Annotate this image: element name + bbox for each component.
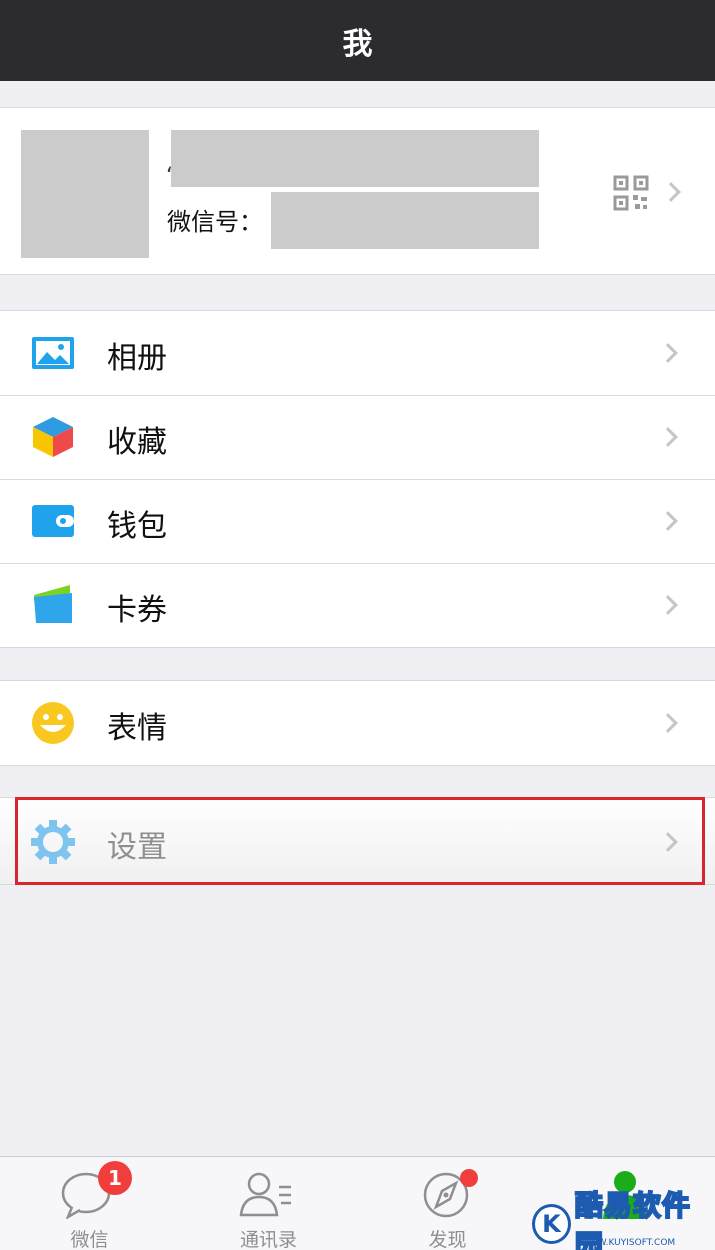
- favorites-icon: [33, 417, 73, 457]
- tab-discover[interactable]: 发现: [358, 1157, 537, 1250]
- menu-group-1: 相册 收藏 钱包 卡券: [0, 310, 715, 648]
- chevron-right-icon: [658, 595, 678, 615]
- menu-item-label: 卡券: [107, 593, 167, 628]
- tab-contacts[interactable]: 通讯录: [179, 1157, 358, 1250]
- avatar[interactable]: [21, 130, 149, 258]
- unread-badge: 1: [98, 1161, 132, 1195]
- notification-dot: [460, 1169, 478, 1187]
- menu-item-cards[interactable]: 卡券: [0, 563, 715, 647]
- tab-label: 微信: [70, 1229, 109, 1250]
- tab-label: 发现: [428, 1229, 467, 1250]
- settings-highlight-annotation: [15, 797, 705, 885]
- sticker-smiley-icon: [32, 702, 74, 744]
- menu-item-album[interactable]: 相册: [0, 311, 715, 395]
- chevron-right-icon: [661, 182, 681, 202]
- menu-item-label: 相册: [107, 341, 167, 376]
- menu-item-wallet[interactable]: 钱包: [0, 479, 715, 563]
- chevron-right-icon: [658, 713, 678, 733]
- wallet-icon: [32, 505, 74, 537]
- cards-icon: [34, 585, 72, 623]
- menu-item-favorites[interactable]: 收藏: [0, 395, 715, 479]
- tab-chats[interactable]: 1 微信: [0, 1157, 179, 1250]
- watermark-url: WWW.KUYISOFT.COM: [580, 1238, 676, 1248]
- chevron-right-icon: [658, 427, 678, 447]
- chevron-right-icon: [658, 343, 678, 363]
- album-icon: [32, 337, 74, 369]
- watermark-letter: K: [532, 1204, 571, 1244]
- contacts-icon: [239, 1172, 291, 1217]
- wechat-id-redacted: [271, 192, 539, 249]
- qr-code-icon[interactable]: [613, 175, 649, 211]
- menu-group-2: 表情: [0, 680, 715, 766]
- page-title: 我: [342, 26, 373, 62]
- menu-item-label: 收藏: [107, 425, 167, 460]
- watermark-logo: K 酷易软件园 WWW.KUYISOFT.COM: [532, 1188, 715, 1250]
- menu-item-label: 表情: [107, 711, 167, 746]
- profile-name-redacted: [171, 130, 539, 187]
- profile-card[interactable]: ‘ 微信号：: [0, 107, 715, 275]
- menu-item-label: 钱包: [107, 509, 167, 544]
- wechat-id-label: 微信号：: [167, 208, 263, 236]
- chevron-right-icon: [658, 511, 678, 531]
- tab-label: 通讯录: [239, 1229, 297, 1250]
- nav-bar: 我: [0, 0, 715, 81]
- menu-item-stickers[interactable]: 表情: [0, 681, 715, 765]
